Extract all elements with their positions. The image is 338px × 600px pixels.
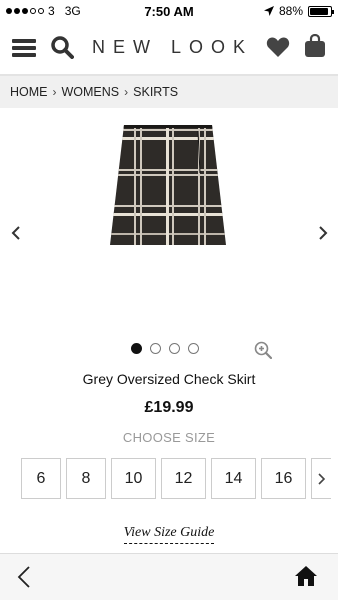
- sizes-scroll-right-icon[interactable]: [311, 458, 331, 499]
- size-selector: 6 8 10 12 14 16: [21, 458, 331, 499]
- image-pagination[interactable]: [131, 343, 199, 354]
- brand-logo[interactable]: NEW LOOK: [92, 37, 253, 58]
- home-icon[interactable]: [294, 565, 318, 587]
- bag-icon[interactable]: [304, 34, 326, 58]
- chevron-right-icon[interactable]: [317, 226, 329, 240]
- size-option-8[interactable]: 8: [66, 458, 106, 499]
- size-guide-link[interactable]: View Size Guide: [123, 525, 215, 544]
- choose-size-label: CHOOSE SIZE: [122, 430, 216, 445]
- pagination-dot[interactable]: [131, 343, 142, 354]
- chevron-right-icon: ›: [52, 85, 57, 99]
- size-option-14[interactable]: 14: [211, 458, 256, 499]
- chevron-left-icon[interactable]: [10, 226, 22, 240]
- chevron-right-icon: ›: [124, 85, 129, 99]
- menu-icon: [12, 39, 36, 43]
- back-icon[interactable]: [16, 566, 32, 588]
- size-option-6[interactable]: 6: [21, 458, 61, 499]
- breadcrumb-home[interactable]: HOME: [10, 85, 48, 99]
- pagination-dot[interactable]: [150, 343, 161, 354]
- location-arrow-icon: [263, 6, 274, 16]
- search-icon[interactable]: [50, 35, 74, 59]
- battery-icon: [308, 5, 334, 17]
- pagination-dot[interactable]: [188, 343, 199, 354]
- pagination-dot[interactable]: [169, 343, 180, 354]
- battery-percent: 88%: [278, 4, 303, 18]
- product-title: Grey Oversized Check Skirt: [82, 371, 256, 387]
- size-option-10[interactable]: 10: [111, 458, 156, 499]
- product-price: £19.99: [144, 399, 194, 416]
- heart-icon[interactable]: [266, 36, 290, 58]
- bottom-toolbar: [0, 553, 338, 600]
- breadcrumb-womens[interactable]: WOMENS: [62, 85, 120, 99]
- size-option-12[interactable]: 12: [161, 458, 206, 499]
- size-option-16[interactable]: 16: [261, 458, 306, 499]
- product-image-carousel[interactable]: [0, 108, 338, 328]
- status-bar: 3 3G 7:50 AM 88%: [0, 0, 338, 22]
- product-image[interactable]: [110, 125, 226, 247]
- status-right: 88%: [263, 4, 334, 18]
- zoom-in-icon[interactable]: [254, 341, 272, 359]
- breadcrumb-skirts[interactable]: SKIRTS: [133, 85, 178, 99]
- breadcrumb: HOME › WOMENS › SKIRTS: [0, 76, 338, 108]
- menu-button[interactable]: [12, 39, 36, 57]
- size-guide-wrapper: View Size Guide: [0, 523, 338, 544]
- app-header: NEW LOOK: [0, 22, 338, 74]
